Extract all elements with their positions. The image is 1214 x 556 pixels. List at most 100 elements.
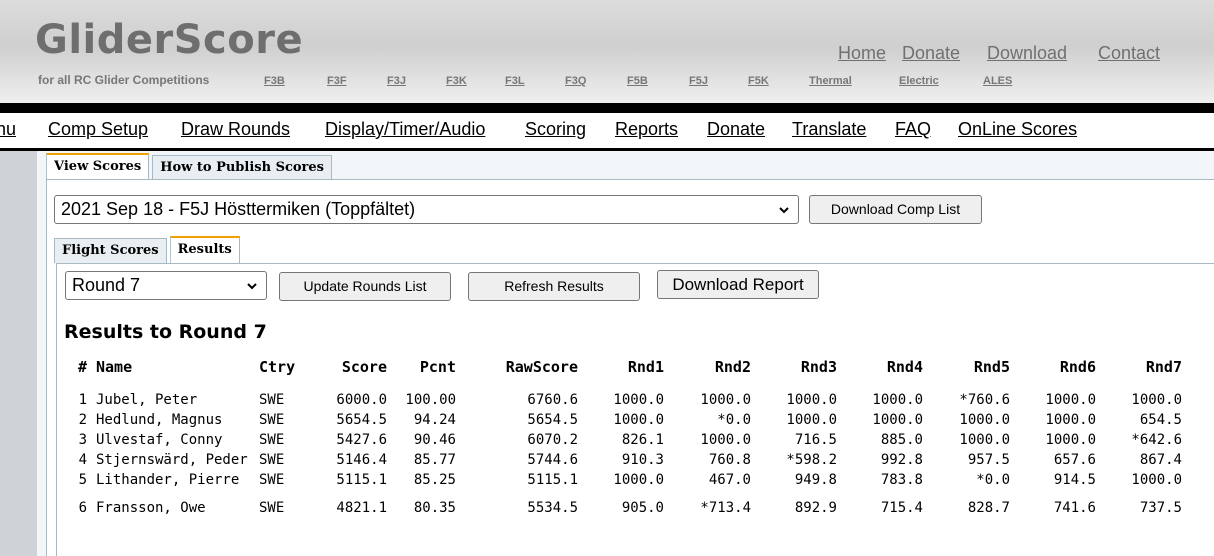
cell-rank: 1 (78, 392, 87, 408)
cell-rnd5: 957.5 (967, 452, 1010, 468)
cell-rnd6: 1000.0 (1045, 392, 1096, 408)
cell-rawscore: 5654.5 (527, 412, 578, 428)
discipline-link-electric[interactable]: Electric (899, 75, 939, 87)
cell-rnd5: 828.7 (967, 500, 1010, 516)
discipline-link-f5k[interactable]: F5K (748, 75, 769, 87)
cell-rnd7: 1000.0 (1131, 472, 1182, 488)
col-header-rnd2: Rnd2 (714, 358, 751, 376)
top-link-contact[interactable]: Contact (1098, 43, 1160, 64)
cell-rnd1: 905.0 (621, 500, 664, 516)
discipline-link-f3b[interactable]: F3B (264, 75, 285, 87)
nav-item-online-scores[interactable]: OnLine Scores (958, 119, 1077, 140)
download-report-button[interactable]: Download Report (657, 270, 819, 299)
col-header-rank: # (77, 358, 87, 376)
cell-rank: 5 (78, 472, 87, 488)
nav-item-display-timer-audio[interactable]: Display/Timer/Audio (325, 119, 485, 140)
nav-item-menu-partial[interactable]: nu (0, 119, 16, 140)
tab-flight-scores[interactable]: Flight Scores (54, 238, 167, 263)
site-logo[interactable]: GliderScore (35, 16, 303, 64)
cell-rnd5: *760.6 (959, 392, 1010, 408)
cell-rnd7: 1000.0 (1131, 392, 1182, 408)
discipline-link-f3k[interactable]: F3K (446, 75, 467, 87)
cell-pcnt: 94.24 (413, 412, 456, 428)
cell-name: Jubel, Peter (96, 392, 198, 408)
cell-country: SWE (259, 392, 285, 408)
refresh-results-button[interactable]: Refresh Results (468, 272, 640, 301)
cell-country: SWE (259, 452, 285, 468)
cell-rnd6: 657.6 (1053, 452, 1096, 468)
cell-rnd1: 1000.0 (613, 412, 664, 428)
nav-item-donate[interactable]: Donate (707, 119, 765, 140)
nav-item-translate[interactable]: Translate (792, 119, 866, 140)
tab-how-to-publish[interactable]: How to Publish Scores (152, 155, 332, 180)
cell-rnd4: 1000.0 (872, 412, 923, 428)
cell-rnd5: 1000.0 (959, 432, 1010, 448)
discipline-link-thermal[interactable]: Thermal (809, 75, 852, 87)
cell-rnd3: 1000.0 (786, 392, 837, 408)
col-header-rnd6: Rnd6 (1059, 358, 1096, 376)
top-link-donate[interactable]: Donate (902, 43, 960, 64)
nav-item-comp-setup[interactable]: Comp Setup (48, 119, 148, 140)
download-comp-list-button[interactable]: Download Comp List (809, 195, 982, 224)
discipline-link-f3l[interactable]: F3L (505, 75, 525, 87)
chevron-down-icon (247, 283, 257, 290)
cell-rnd2: 1000.0 (700, 392, 751, 408)
discipline-link-f3f[interactable]: F3F (327, 75, 347, 87)
cell-rnd3: 1000.0 (786, 412, 837, 428)
cell-rank: 6 (78, 500, 87, 516)
left-sidebar-strip (0, 151, 37, 556)
top-link-home[interactable]: Home (838, 43, 886, 64)
discipline-link-f3q[interactable]: F3Q (565, 75, 586, 87)
cell-rawscore: 5534.5 (527, 500, 578, 516)
table-row: 5 Lithander, Pierre SWE 5115.1 85.25 5115.1 10… (67, 470, 1182, 490)
cell-country: SWE (259, 412, 285, 428)
cell-rnd3: 949.8 (794, 472, 837, 488)
cell-rnd2: 760.8 (708, 452, 751, 468)
col-header-rnd7: Rnd7 (1145, 358, 1182, 376)
results-header-row: # Name Ctry Score Pcnt RawScore Rnd1 Rnd… (67, 352, 1182, 382)
tagline: for all RC Glider Competitions (38, 73, 210, 87)
cell-country: SWE (259, 472, 285, 488)
nav-item-draw-rounds[interactable]: Draw Rounds (181, 119, 290, 140)
cell-rnd7: *642.6 (1131, 432, 1182, 448)
cell-rnd1: 826.1 (621, 432, 664, 448)
cell-rawscore: 5744.6 (527, 452, 578, 468)
cell-rawscore: 6760.6 (527, 392, 578, 408)
col-header-country: Ctry (259, 358, 296, 376)
cell-name: Stjernswärd, Peder (96, 452, 248, 468)
results-title: Results to Round 7 (64, 321, 267, 343)
cell-rnd6: 1000.0 (1045, 412, 1096, 428)
discipline-link-ales[interactable]: ALES (983, 75, 1012, 87)
nav-item-scoring[interactable]: Scoring (525, 119, 586, 140)
cell-rnd7: 737.5 (1139, 500, 1182, 516)
cell-rnd6: 1000.0 (1045, 432, 1096, 448)
discipline-link-f3j[interactable]: F3J (387, 75, 406, 87)
nav-item-faq[interactable]: FAQ (895, 119, 931, 140)
top-link-download[interactable]: Download (987, 43, 1067, 64)
tab-view-scores[interactable]: View Scores (46, 153, 150, 180)
cell-rnd4: 992.8 (880, 452, 923, 468)
cell-rnd3: 892.9 (794, 500, 837, 516)
group-spacer (67, 490, 1182, 498)
cell-country: SWE (259, 500, 285, 516)
cell-rnd6: 914.5 (1053, 472, 1096, 488)
header-divider (0, 103, 1214, 113)
update-rounds-list-button[interactable]: Update Rounds List (279, 272, 451, 301)
competition-select[interactable]: 2021 Sep 18 - F5J Hösttermiken (Toppfält… (54, 195, 799, 224)
cell-rnd4: 885.0 (880, 432, 923, 448)
cell-score: 6000.0 (336, 392, 387, 408)
cell-name: Fransson, Owe (96, 500, 206, 516)
col-header-rnd5: Rnd5 (973, 358, 1010, 376)
cell-name: Hedlund, Magnus (96, 412, 223, 428)
cell-pcnt: 85.77 (413, 452, 456, 468)
nav-item-reports[interactable]: Reports (615, 119, 678, 140)
round-select[interactable]: Round 7 (65, 271, 267, 300)
discipline-link-f5j[interactable]: F5J (689, 75, 708, 87)
inner-tabbar: Flight Scores Results (54, 236, 243, 263)
competition-select-value: 2021 Sep 18 - F5J Hösttermiken (Toppfält… (61, 199, 416, 219)
discipline-link-f5b[interactable]: F5B (627, 75, 648, 87)
col-header-rawscore: RawScore (505, 358, 578, 376)
cell-name: Lithander, Pierre (96, 472, 240, 488)
tab-results[interactable]: Results (169, 236, 240, 263)
cell-rnd2: *0.0 (717, 412, 751, 428)
